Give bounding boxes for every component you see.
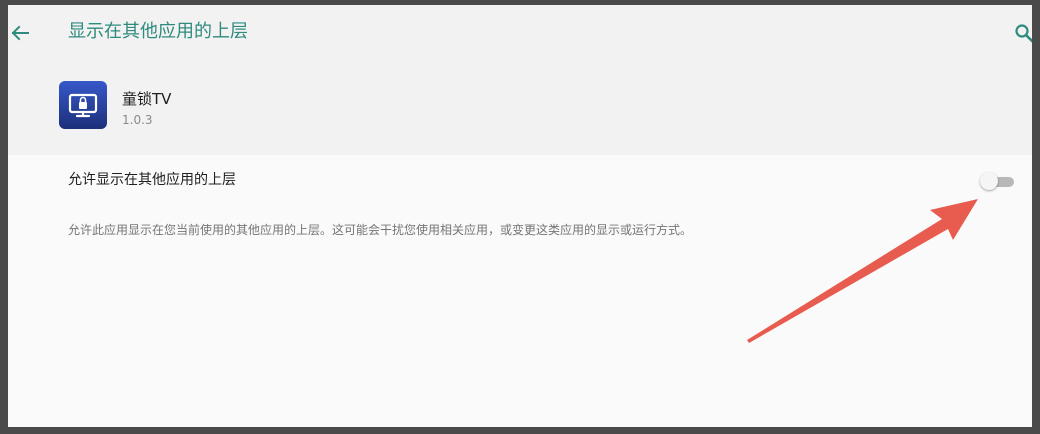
annotation-arrow-icon (747, 199, 978, 343)
